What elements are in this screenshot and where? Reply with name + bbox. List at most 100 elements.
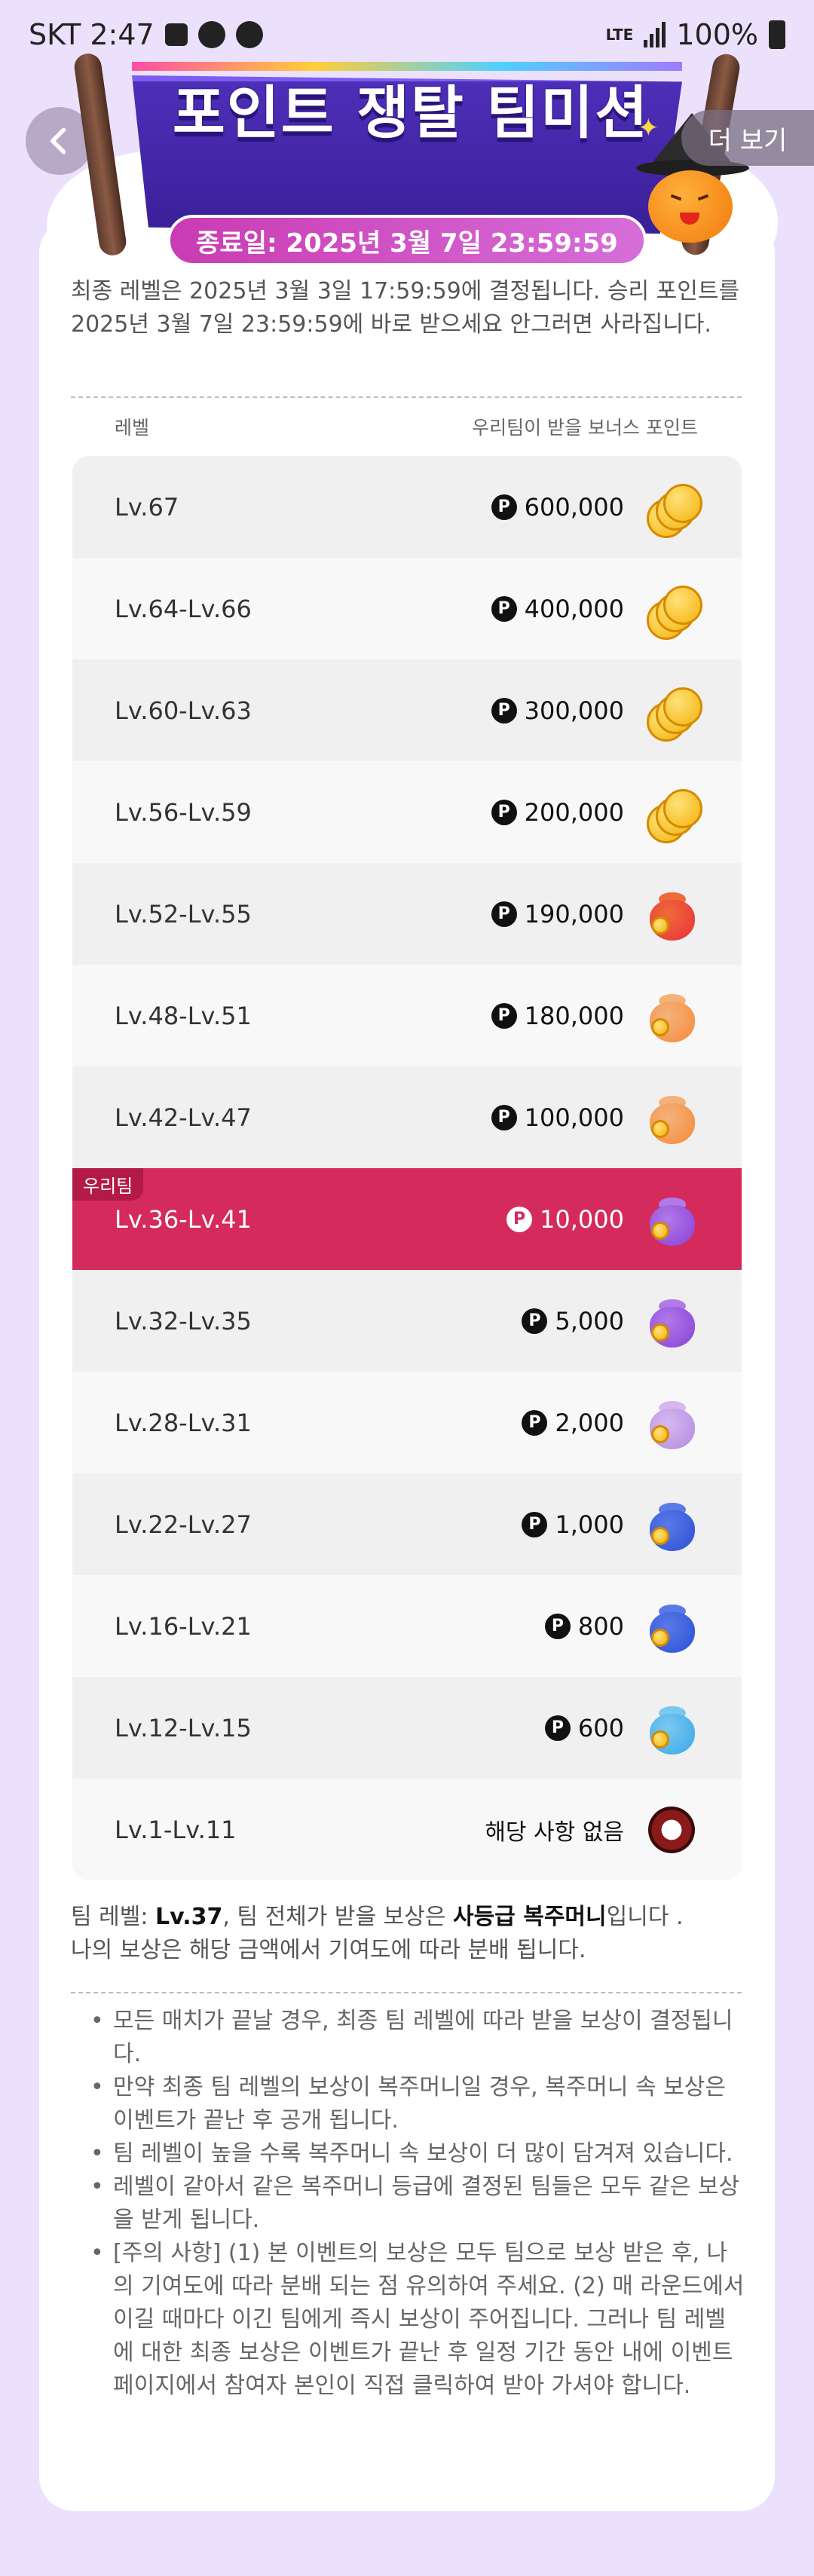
- blue-pouch-icon: [644, 1599, 699, 1654]
- network-type: LTE: [605, 26, 634, 44]
- row-level: Lv.32-Lv.35: [115, 1306, 252, 1335]
- intro-text: 최종 레벨은 2025년 3월 3일 17:59:59에 결정됩니다. 승리 포…: [71, 278, 740, 338]
- notes-list: 모든 매치가 끝날 경우, 최종 팀 레벨에 따라 받을 보상이 결정됩니다. …: [90, 2005, 746, 2403]
- row-level: Lv.36-Lv.41: [115, 1204, 252, 1234]
- row-points-value: 190,000: [524, 899, 624, 929]
- purple-pouch-icon: [644, 1293, 699, 1349]
- reward-row: Lv.16-Lv.21 P 800: [72, 1575, 742, 1677]
- reward-row: 우리팀 Lv.36-Lv.41 P 10,000: [72, 1168, 742, 1270]
- reward-row: Lv.22-Lv.27 P 1,000: [72, 1473, 742, 1575]
- reward-row: Lv.12-Lv.15 P 600: [72, 1677, 742, 1779]
- reward-row: Lv.48-Lv.51 P 180,000: [72, 965, 742, 1066]
- signal-icon: [644, 22, 666, 47]
- divider: [71, 396, 742, 398]
- team-summary: 팀 레벨: Lv.37, 팀 전체가 받을 보상은 사등급 복주머니입니다 . …: [71, 1904, 684, 1963]
- row-points: P 400,000: [491, 595, 624, 623]
- row-points: P 600,000: [491, 493, 624, 522]
- reward-row: Lv.60-Lv.63 P 300,000: [72, 659, 742, 761]
- team-level: Lv.37: [155, 1904, 223, 1930]
- point-icon: P: [491, 1104, 517, 1130]
- more-button[interactable]: 더 보기: [681, 110, 814, 166]
- row-points-value: 400,000: [524, 594, 624, 623]
- row-points-value: 300,000: [524, 696, 624, 725]
- row-points-value: 5,000: [555, 1306, 624, 1335]
- row-level: Lv.67: [115, 492, 179, 522]
- note-item: 팀 레벨이 높을 수록 복주머니 속 보상이 더 많이 담겨져 있습니다.: [90, 2137, 746, 2171]
- sparkle-icon: ✦: [638, 113, 659, 143]
- reward-row: Lv.56-Lv.59 P 200,000: [72, 761, 742, 863]
- row-level: Lv.48-Lv.51: [115, 1001, 252, 1030]
- point-icon: P: [491, 799, 517, 825]
- coin-stack-icon: [644, 581, 702, 640]
- note-item: [주의 사항] (1) 본 이벤트의 보상은 모두 팀으로 보상 받은 후, 나…: [90, 2237, 746, 2403]
- orange-pouch-icon: [644, 988, 699, 1044]
- row-points-value: 1,000: [555, 1510, 624, 1539]
- row-level: Lv.52-Lv.55: [115, 899, 252, 929]
- coin-stack-icon: [644, 683, 702, 742]
- pen-icon: [164, 23, 188, 46]
- row-points-value: 800: [577, 1611, 624, 1641]
- row-points: P 180,000: [491, 1002, 624, 1030]
- orange-pouch-icon: [644, 1090, 699, 1146]
- row-level: Lv.12-Lv.15: [115, 1713, 252, 1742]
- row-points: P 10,000: [506, 1205, 624, 1234]
- reward-row: Lv.67 P 600,000: [72, 456, 742, 558]
- row-points: P 600: [544, 1713, 624, 1742]
- point-icon: P: [491, 595, 517, 622]
- note-item: 모든 매치가 끝날 경우, 최종 팀 레벨에 따라 받을 보상이 결정됩니다.: [90, 2005, 746, 2071]
- point-icon: P: [522, 1511, 548, 1537]
- row-level: Lv.56-Lv.59: [115, 797, 252, 827]
- row-points-value: 180,000: [524, 1001, 624, 1030]
- row-level: Lv.1-Lv.11: [115, 1815, 237, 1844]
- chat-notification-icon: [235, 21, 263, 48]
- blue-pouch-icon: [644, 1497, 699, 1553]
- row-points-value: 해당 사항 없음: [485, 1819, 624, 1846]
- purple-pouch-icon: [644, 1192, 699, 1247]
- red-pouch-icon: [644, 886, 699, 942]
- reward-row: Lv.64-Lv.66 P 400,000: [72, 558, 742, 659]
- row-level: Lv.60-Lv.63: [115, 696, 252, 725]
- point-icon: P: [544, 1715, 571, 1741]
- app-notification-icon: [197, 21, 225, 48]
- point-icon: P: [522, 1409, 548, 1436]
- row-points: P 1,000: [522, 1510, 624, 1539]
- chevron-left-icon: [50, 127, 66, 154]
- row-points-value: 2,000: [555, 1408, 624, 1437]
- point-icon: P: [544, 1613, 571, 1639]
- row-points: 해당 사항 없음: [485, 1813, 624, 1846]
- point-icon: P: [491, 901, 517, 927]
- divider: [71, 1992, 742, 1993]
- my-team-tag: 우리팀: [72, 1168, 144, 1201]
- note-item: 만약 최종 팀 레벨의 보상이 복주머니일 경우, 복주머니 속 보상은 이벤트…: [90, 2071, 746, 2137]
- column-header-bonus: 우리팀이 받을 보너스 포인트: [472, 417, 698, 439]
- row-level: Lv.42-Lv.47: [115, 1103, 252, 1132]
- lavender-pouch-icon: [644, 1395, 699, 1451]
- row-points: P 2,000: [522, 1409, 624, 1437]
- battery-icon: [769, 20, 785, 49]
- row-level: Lv.16-Lv.21: [115, 1611, 252, 1641]
- row-points: P 100,000: [491, 1103, 624, 1132]
- row-points: P 5,000: [522, 1307, 624, 1335]
- reward-row: Lv.1-Lv.11 해당 사항 없음: [72, 1779, 742, 1880]
- reward-row: Lv.32-Lv.35 P 5,000: [72, 1270, 742, 1372]
- point-icon: P: [491, 494, 517, 520]
- drum-icon: [644, 1802, 699, 1858]
- coin-stack-icon: [644, 785, 702, 843]
- reward-row: Lv.28-Lv.31 P 2,000: [72, 1372, 742, 1473]
- row-points: P 200,000: [491, 798, 624, 827]
- row-points-value: 100,000: [524, 1103, 624, 1132]
- reward-table: Lv.67 P 600,000 Lv.64-Lv.66 P 400,000 Lv.60-Lv…: [72, 456, 742, 1880]
- reward-grade: 사등급 복주머니: [452, 1904, 607, 1930]
- point-icon: P: [491, 697, 517, 724]
- point-icon: P: [522, 1308, 548, 1334]
- row-points-value: 200,000: [524, 797, 624, 827]
- row-level: Lv.64-Lv.66: [115, 594, 252, 623]
- column-header-level: 레벨: [115, 417, 150, 439]
- reward-row: Lv.52-Lv.55 P 190,000: [72, 863, 742, 965]
- row-points: P 800: [544, 1611, 624, 1641]
- point-icon: P: [506, 1206, 533, 1232]
- row-level: Lv.28-Lv.31: [115, 1408, 252, 1437]
- row-points: P 300,000: [491, 696, 624, 725]
- row-points-value: 600: [577, 1713, 624, 1742]
- row-points: P 190,000: [491, 900, 624, 929]
